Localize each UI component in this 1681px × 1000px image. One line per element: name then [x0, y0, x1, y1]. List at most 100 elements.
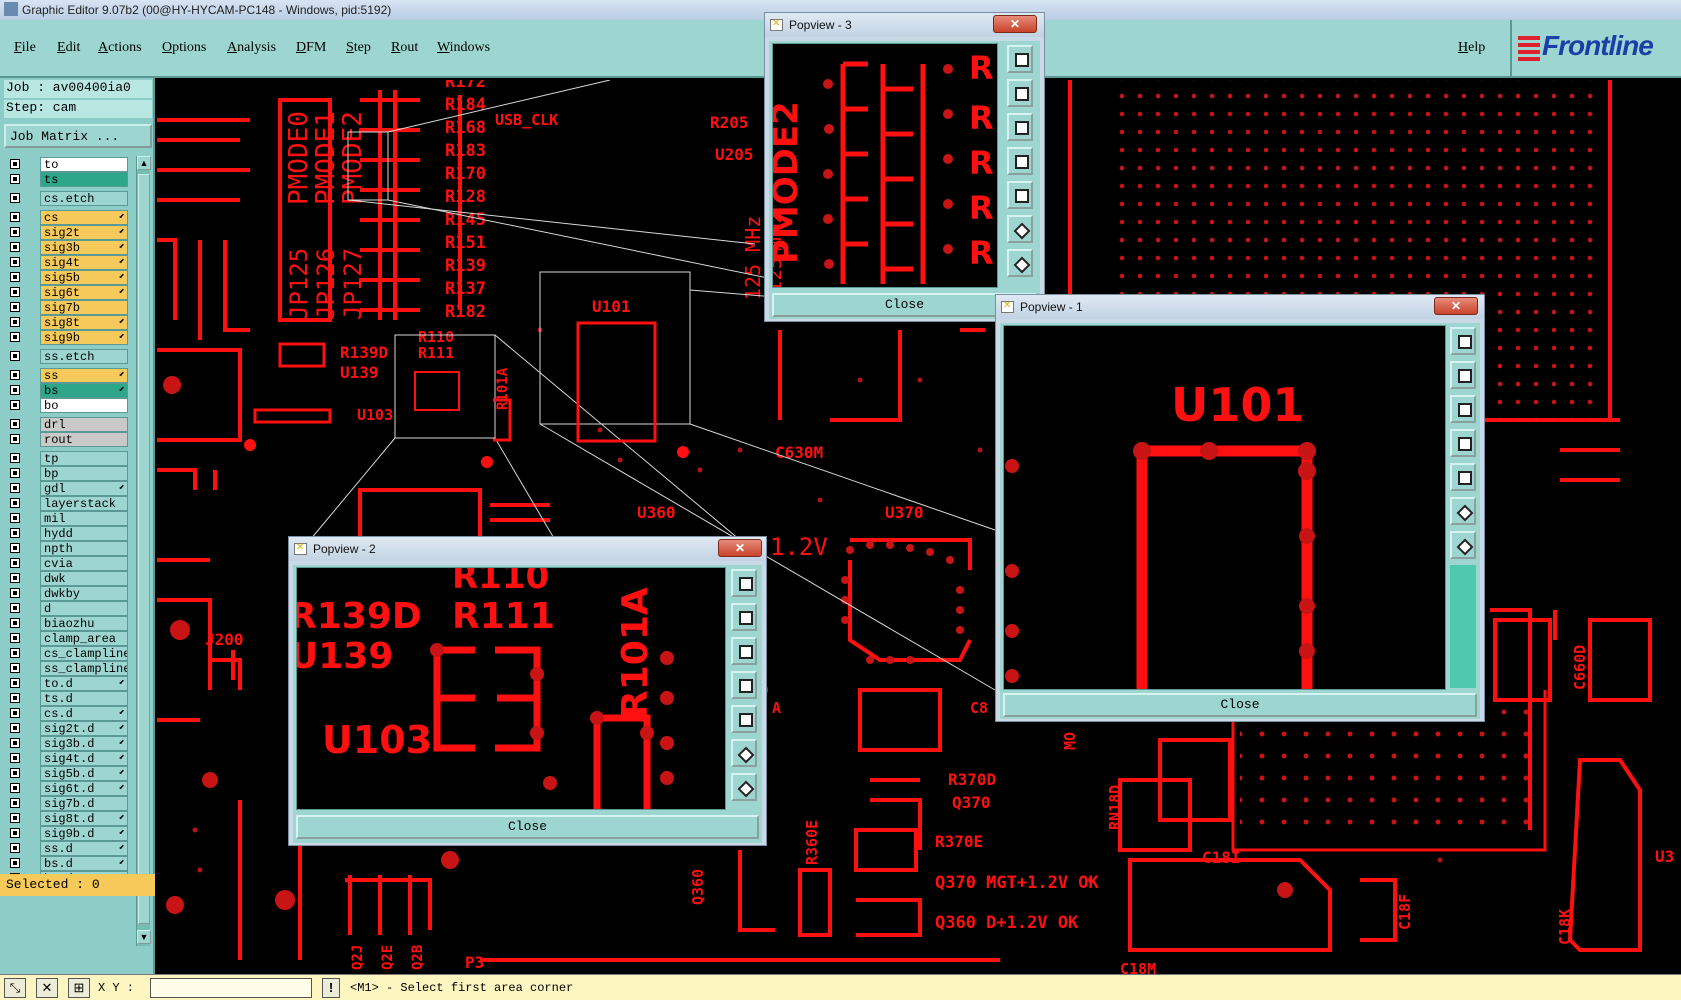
layer-row[interactable]: sig3b.d ⬋	[4, 735, 132, 751]
layer-name[interactable]: sig8t.d ⬋	[40, 811, 128, 826]
layer-checkbox[interactable]	[10, 351, 20, 361]
layer-name[interactable]: sig2t.d ⬋	[40, 721, 128, 736]
layer-name[interactable]: sig3b.d ⬋	[40, 736, 128, 751]
layer-row[interactable]: sig6t ⬋	[4, 284, 132, 300]
layer-name[interactable]: dwk	[40, 571, 128, 586]
layer-checkbox[interactable]	[10, 302, 20, 312]
layer-checkbox[interactable]	[10, 498, 20, 508]
layer-name[interactable]: cs.d ⬋	[40, 706, 128, 721]
zoom-out-icon[interactable]	[731, 773, 757, 801]
zoom-out-icon[interactable]	[1007, 249, 1033, 277]
layer-checkbox[interactable]	[10, 813, 20, 823]
layer-row[interactable]: mil	[4, 510, 132, 526]
layer-row[interactable]: sig8t ⬋	[4, 314, 132, 330]
layer-checkbox[interactable]	[10, 768, 20, 778]
layer-row[interactable]: to.d ⬋	[4, 675, 132, 691]
layer-checkbox[interactable]	[10, 483, 20, 493]
pan-right-icon[interactable]	[1450, 463, 1476, 491]
pan-down-icon[interactable]	[1007, 113, 1033, 141]
grid-tool-icon[interactable]: ⊞	[68, 978, 90, 998]
layer-row[interactable]: sig2t.d ⬋	[4, 720, 132, 736]
layer-name[interactable]: sig7b	[40, 300, 128, 315]
popview-1-view[interactable]: U101	[1003, 325, 1446, 690]
layer-row[interactable]: bs.d ⬋	[4, 855, 132, 871]
layer-checkbox[interactable]	[10, 159, 20, 169]
layer-name[interactable]: ss.etch	[40, 349, 128, 364]
layer-name[interactable]: sig6t.d ⬋	[40, 781, 128, 796]
layer-row[interactable]: dwk	[4, 570, 132, 586]
layer-name[interactable]: sig6t ⬋	[40, 285, 128, 300]
zoom-home-icon[interactable]	[1450, 327, 1476, 355]
layer-checkbox[interactable]	[10, 332, 20, 342]
layer-checkbox[interactable]	[10, 212, 20, 222]
layer-row[interactable]: cs.d ⬋	[4, 705, 132, 721]
layer-checkbox[interactable]	[10, 453, 20, 463]
xy-input[interactable]	[150, 978, 312, 998]
layer-row[interactable]: sig5b.d ⬋	[4, 765, 132, 781]
layer-row[interactable]: sig4t ⬋	[4, 254, 132, 270]
layer-name[interactable]: tp	[40, 451, 128, 466]
layer-checkbox[interactable]	[10, 370, 20, 380]
pan-down-icon[interactable]	[1450, 395, 1476, 423]
layer-checkbox[interactable]	[10, 272, 20, 282]
layer-name[interactable]: dwkby	[40, 586, 128, 601]
pan-right-icon[interactable]	[1007, 181, 1033, 209]
layer-checkbox[interactable]	[10, 513, 20, 523]
layer-name[interactable]: sig2t ⬋	[40, 225, 128, 240]
layer-checkbox[interactable]	[10, 193, 20, 203]
layer-row[interactable]: sig7b.d	[4, 795, 132, 811]
layer-row[interactable]: drl	[4, 416, 132, 432]
measure-tool-icon[interactable]: ✕	[36, 978, 58, 998]
pan-up-icon[interactable]	[1007, 79, 1033, 107]
zoom-in-icon[interactable]	[731, 739, 757, 767]
layer-row[interactable]: bp	[4, 465, 132, 481]
layer-row[interactable]: ss.etch	[4, 348, 132, 364]
layer-checkbox[interactable]	[10, 287, 20, 297]
layer-name[interactable]: biaozhu	[40, 616, 128, 631]
layer-row[interactable]: biaozhu	[4, 615, 132, 631]
layer-name[interactable]: sig8t ⬋	[40, 315, 128, 330]
layer-row[interactable]: bs ⬋	[4, 382, 132, 398]
menu-file[interactable]: File	[14, 40, 36, 56]
layer-checkbox[interactable]	[10, 468, 20, 478]
layer-name[interactable]: bp	[40, 466, 128, 481]
status-alert-icon[interactable]: !	[322, 978, 340, 998]
popview-1-close-x-icon[interactable]: ✕	[1434, 297, 1478, 315]
layer-row[interactable]: d	[4, 600, 132, 616]
layer-name[interactable]: to	[40, 157, 128, 172]
layer-checkbox[interactable]	[10, 858, 20, 868]
layer-name[interactable]: ss_clampline	[40, 661, 128, 676]
layer-row[interactable]: ts.d	[4, 690, 132, 706]
layer-name[interactable]: ts	[40, 172, 128, 187]
layer-row[interactable]: sig6t.d ⬋	[4, 780, 132, 796]
menu-dfm[interactable]: DFM	[296, 40, 326, 56]
layer-name[interactable]: clamp_area	[40, 631, 128, 646]
layer-checkbox[interactable]	[10, 633, 20, 643]
layer-checkbox[interactable]	[10, 663, 20, 673]
layer-checkbox[interactable]	[10, 434, 20, 444]
layer-name[interactable]: sig5b ⬋	[40, 270, 128, 285]
layer-checkbox[interactable]	[10, 723, 20, 733]
layer-list-scrollbar[interactable]: ▲ ▼	[136, 156, 151, 946]
layer-name[interactable]: bs.d ⬋	[40, 856, 128, 871]
layer-name[interactable]: hydd	[40, 526, 128, 541]
layer-name[interactable]: sig9b ⬋	[40, 330, 128, 345]
layer-row[interactable]: gdl ⬋	[4, 480, 132, 496]
zoom-home-icon[interactable]	[731, 569, 757, 597]
layer-name[interactable]: sig7b.d	[40, 796, 128, 811]
layer-name[interactable]: gdl ⬋	[40, 481, 128, 496]
layer-row[interactable]: sig9b ⬋	[4, 329, 132, 345]
layer-name[interactable]: drl	[40, 417, 128, 432]
layer-row[interactable]: ss.d ⬋	[4, 840, 132, 856]
layer-checkbox[interactable]	[10, 227, 20, 237]
layer-name[interactable]: bo	[40, 398, 128, 413]
zoom-out-icon[interactable]	[1450, 531, 1476, 559]
menu-windows[interactable]: Windows	[437, 40, 490, 56]
popview-1-close-button[interactable]: Close	[1003, 693, 1477, 717]
layer-checkbox[interactable]	[10, 400, 20, 410]
pan-up-icon[interactable]	[1450, 361, 1476, 389]
layer-checkbox[interactable]	[10, 783, 20, 793]
popview-2-close-button[interactable]: Close	[296, 815, 759, 839]
layer-checkbox[interactable]	[10, 385, 20, 395]
layer-row[interactable]: ss ⬋	[4, 367, 132, 383]
